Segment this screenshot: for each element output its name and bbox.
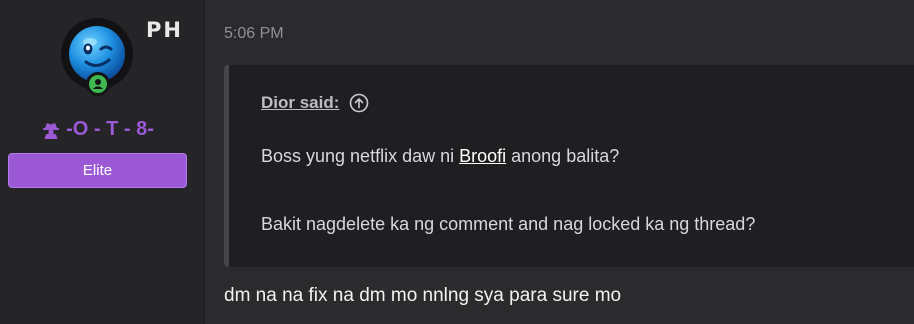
- quote-text-before-mention: Boss yung netflix daw ni: [261, 146, 460, 166]
- online-status-indicator: [86, 72, 110, 96]
- user-sidebar: PH -O - T - 8- Elite: [0, 0, 205, 324]
- quote-author-link[interactable]: Dior said:: [261, 93, 339, 113]
- username-text: -O - T - 8-: [66, 118, 154, 140]
- username[interactable]: -O - T - 8-: [0, 118, 196, 141]
- quote-block: Dior said: Boss yung netflix daw ni Broo…: [224, 65, 914, 267]
- online-user-icon: [89, 75, 107, 93]
- quote-text-after-mention: anong balita?: [506, 146, 620, 166]
- country-code: PH: [146, 18, 183, 42]
- quote-header: Dior said:: [261, 93, 369, 113]
- user-mention-link[interactable]: Broofi: [459, 146, 506, 166]
- quote-line-1: Boss yung netflix daw ni Broofi anong ba…: [261, 146, 619, 167]
- user-title-badge: Elite: [8, 153, 187, 188]
- arrow-up-circle-icon[interactable]: [349, 93, 369, 113]
- quote-line-2: Bakit nagdelete ka ng comment and nag lo…: [261, 214, 756, 234]
- reply-text: dm na na fix na dm mo nnlng sya para sur…: [224, 285, 622, 306]
- spy-icon: [43, 122, 60, 139]
- post-timestamp[interactable]: 5:06 PM: [224, 25, 284, 43]
